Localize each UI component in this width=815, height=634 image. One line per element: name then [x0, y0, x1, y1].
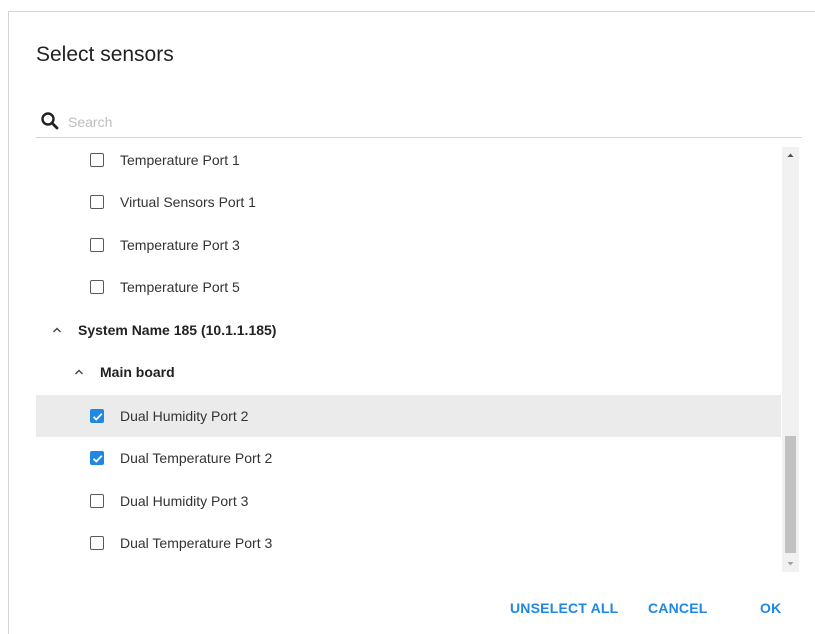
- chevron-up-icon[interactable]: [50, 323, 64, 337]
- search-input[interactable]: [68, 112, 768, 132]
- unselect-all-button[interactable]: UNSELECT ALL: [510, 598, 618, 618]
- sensor-label: Temperature Port 3: [120, 237, 240, 253]
- checkbox-checked[interactable]: [90, 451, 104, 465]
- sensor-row[interactable]: Temperature Port 1: [36, 139, 781, 181]
- search-icon: [40, 111, 60, 131]
- cancel-button[interactable]: CANCEL: [648, 598, 708, 618]
- board-group-row[interactable]: Main board: [36, 351, 781, 393]
- list-scrollbar[interactable]: [782, 147, 799, 572]
- sensor-row[interactable]: Temperature Port 5: [36, 266, 781, 308]
- checkbox[interactable]: [90, 195, 104, 209]
- dialog-title: Select sensors: [36, 43, 174, 66]
- sensor-row[interactable]: Dual Temperature Port 2: [36, 437, 781, 479]
- scroll-down-arrow-icon[interactable]: [782, 555, 799, 572]
- board-label: Main board: [100, 364, 175, 380]
- scroll-thumb[interactable]: [785, 436, 796, 553]
- sensor-label: Virtual Sensors Port 1: [120, 194, 256, 210]
- sensor-label: Temperature Port 5: [120, 279, 240, 295]
- check-icon: [92, 413, 103, 421]
- search-bar: [36, 108, 802, 138]
- checkbox[interactable]: [90, 280, 104, 294]
- sensor-row[interactable]: Virtual Sensors Port 1: [36, 181, 781, 223]
- sensor-row[interactable]: Temperature Port 3: [36, 224, 781, 266]
- checkbox[interactable]: [90, 153, 104, 167]
- sensor-row[interactable]: Dual Temperature Port 3: [36, 522, 781, 564]
- checkbox-checked[interactable]: [90, 409, 104, 423]
- sensor-row[interactable]: Dual Humidity Port 3: [36, 480, 781, 522]
- system-group-row[interactable]: System Name 185 (10.1.1.185): [36, 309, 781, 351]
- sensor-label: Dual Temperature Port 3: [120, 535, 273, 551]
- ok-button[interactable]: OK: [760, 598, 781, 618]
- sensor-label: Dual Humidity Port 3: [120, 493, 249, 509]
- sensor-label: Dual Humidity Port 2: [120, 408, 249, 424]
- checkbox[interactable]: [90, 494, 104, 508]
- chevron-up-icon[interactable]: [72, 365, 86, 379]
- sensor-label: Temperature Port 1: [120, 152, 240, 168]
- sensor-row[interactable]: Dual Humidity Port 2: [36, 395, 781, 437]
- sensor-label: Dual Temperature Port 2: [120, 450, 273, 466]
- system-label: System Name 185 (10.1.1.185): [78, 322, 277, 338]
- checkbox[interactable]: [90, 536, 104, 550]
- select-sensors-dialog: Select sensors Temperature Port 1 Virtua…: [8, 11, 815, 634]
- sensor-list: Temperature Port 1 Virtual Sensors Port …: [36, 139, 799, 579]
- checkbox[interactable]: [90, 238, 104, 252]
- scroll-up-arrow-icon[interactable]: [782, 147, 799, 164]
- dialog-actions: UNSELECT ALL CANCEL OK: [0, 598, 815, 618]
- check-icon: [92, 455, 103, 463]
